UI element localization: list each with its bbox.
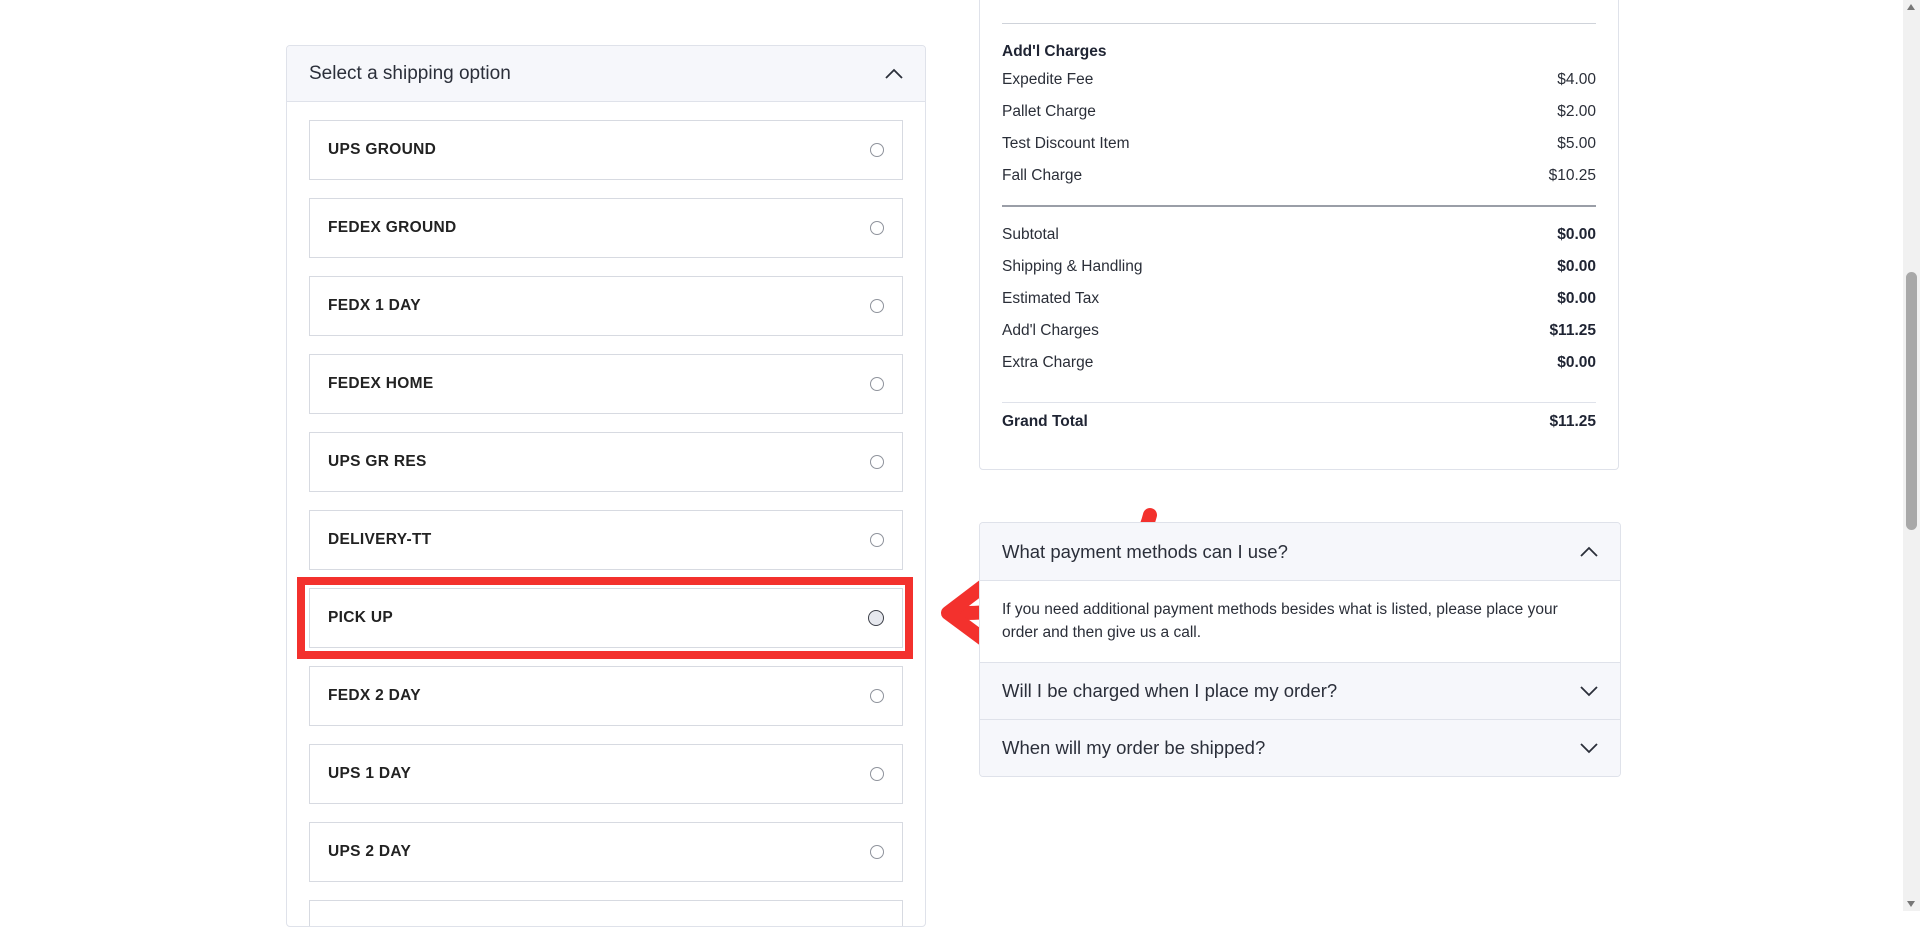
charge-label: Test Discount Item — [1002, 135, 1130, 152]
total-row: Estimated Tax $0.00 — [1002, 288, 1596, 310]
option-label: UPS GROUND — [328, 141, 437, 158]
charge-label: Fall Charge — [1002, 167, 1083, 184]
total-value: $0.00 — [1557, 258, 1596, 275]
option-label: DELIVERY-TT — [328, 531, 432, 548]
radio-button[interactable] — [870, 377, 884, 391]
radio-button[interactable] — [870, 455, 884, 469]
faq-question-shipped[interactable]: When will my order be shipped? — [980, 719, 1620, 776]
chevron-up-icon[interactable] — [1580, 546, 1598, 557]
option-label: FEDX 2 DAY — [328, 687, 421, 704]
option-label: UPS 1 DAY — [328, 765, 412, 782]
faq-answer-payment-methods: If you need additional payment methods b… — [980, 580, 1620, 662]
radio-button[interactable] — [870, 689, 884, 703]
option-label: FEDX 1 DAY — [328, 297, 421, 314]
total-label: Estimated Tax — [1002, 290, 1100, 307]
option-label: PICK UP — [328, 609, 393, 626]
scroll-up-arrow-icon[interactable] — [1907, 4, 1915, 10]
summary-divider — [1002, 23, 1596, 24]
faq-question-text: What payment methods can I use? — [1002, 540, 1288, 562]
charge-value: $10.25 — [1548, 167, 1596, 184]
radio-button[interactable] — [870, 845, 884, 859]
addl-charge-row: Expedite Fee $4.00 — [1002, 69, 1596, 91]
shipping-option-fedx-1-day[interactable]: FEDX 1 DAY — [309, 276, 903, 336]
total-row: Subtotal $0.00 — [1002, 224, 1596, 246]
option-label: UPS 2 DAY — [328, 843, 412, 860]
faq-question-charged[interactable]: Will I be charged when I place my order? — [980, 662, 1620, 719]
faq-question-payment-methods[interactable]: What payment methods can I use? — [980, 523, 1620, 580]
grand-total-label: Grand Total — [1002, 413, 1088, 430]
radio-button[interactable] — [870, 767, 884, 781]
charge-value: $4.00 — [1557, 71, 1596, 88]
shipping-option-next[interactable] — [309, 900, 903, 926]
shipping-option-header[interactable]: Select a shipping option — [287, 46, 925, 102]
total-row: Shipping & Handling $0.00 — [1002, 256, 1596, 278]
shipping-option-list: UPS GROUND FEDEX GROUND FEDX 1 DAY FEDEX… — [287, 102, 925, 926]
charge-value: $5.00 — [1557, 135, 1596, 152]
charge-label: Expedite Fee — [1002, 71, 1094, 88]
addl-charge-row: Pallet Charge $2.00 — [1002, 101, 1596, 123]
scroll-down-arrow-icon[interactable] — [1907, 901, 1915, 907]
total-label: Add'l Charges — [1002, 322, 1099, 339]
chevron-down-icon[interactable] — [1580, 685, 1598, 697]
summary-divider — [1002, 402, 1596, 403]
order-summary: Add'l Charges Expedite Fee $4.00 Pallet … — [979, 0, 1619, 470]
total-row: Add'l Charges $11.25 — [1002, 320, 1596, 342]
shipping-option-delivery-tt[interactable]: DELIVERY-TT — [309, 510, 903, 570]
option-label: UPS GR RES — [328, 453, 427, 470]
faq-question-text: Will I be charged when I place my order? — [1002, 680, 1338, 701]
radio-button[interactable] — [870, 533, 884, 547]
charge-label: Pallet Charge — [1002, 103, 1096, 120]
radio-button[interactable] — [868, 610, 884, 626]
shipping-option-ups-gr-res[interactable]: UPS GR RES — [309, 432, 903, 492]
shipping-option-fedex-home[interactable]: FEDEX HOME — [309, 354, 903, 414]
charge-value: $2.00 — [1557, 103, 1596, 120]
total-value: $0.00 — [1557, 226, 1596, 243]
shipping-option-ups-2-day[interactable]: UPS 2 DAY — [309, 822, 903, 882]
shipping-option-fedx-2-day[interactable]: FEDX 2 DAY — [309, 666, 903, 726]
total-row: Extra Charge $0.00 — [1002, 352, 1596, 374]
faq-question-text: When will my order be shipped? — [1002, 737, 1266, 758]
shipping-option-ups-1-day[interactable]: UPS 1 DAY — [309, 744, 903, 804]
grand-total-row: Grand Total $11.25 — [1002, 411, 1596, 433]
total-label: Subtotal — [1002, 226, 1059, 243]
chevron-up-icon[interactable] — [885, 68, 903, 79]
shipping-option-ups-ground[interactable]: UPS GROUND — [309, 120, 903, 180]
option-label: FEDEX HOME — [328, 375, 434, 392]
radio-button[interactable] — [870, 221, 884, 235]
addl-charges-title: Add'l Charges — [1002, 43, 1107, 60]
radio-button[interactable] — [870, 143, 884, 157]
total-value: $0.00 — [1557, 354, 1596, 371]
faq-accordion: What payment methods can I use? If you n… — [979, 522, 1621, 777]
page-scrollbar[interactable] — [1903, 0, 1920, 911]
radio-button[interactable] — [870, 299, 884, 313]
addl-charge-row: Test Discount Item $5.00 — [1002, 133, 1596, 155]
shipping-option-title: Select a shipping option — [309, 62, 511, 84]
total-label: Shipping & Handling — [1002, 258, 1143, 275]
shipping-option-panel: Select a shipping option UPS GROUND FEDE… — [286, 45, 926, 927]
summary-divider — [1002, 205, 1596, 207]
total-value: $0.00 — [1557, 290, 1596, 307]
grand-total-value: $11.25 — [1549, 413, 1596, 430]
total-label: Extra Charge — [1002, 354, 1094, 371]
total-value: $11.25 — [1549, 322, 1596, 339]
shipping-option-pick-up[interactable]: PICK UP — [309, 588, 903, 648]
option-label: FEDEX GROUND — [328, 219, 457, 236]
addl-charge-row: Fall Charge $10.25 — [1002, 165, 1596, 187]
scrollbar-thumb[interactable] — [1906, 272, 1917, 530]
shipping-option-fedex-ground[interactable]: FEDEX GROUND — [309, 198, 903, 258]
chevron-down-icon[interactable] — [1580, 742, 1598, 754]
